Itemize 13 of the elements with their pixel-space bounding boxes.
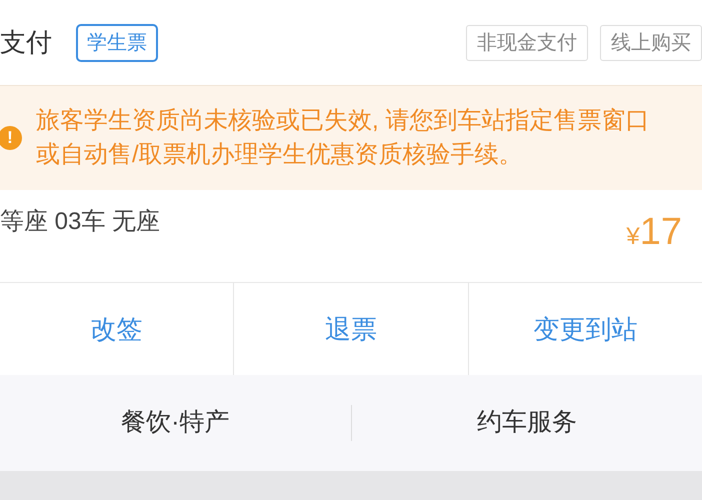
service-link[interactable]: 约车服务: [476, 404, 577, 442]
ticket-price: ¥17: [626, 210, 682, 255]
action-button[interactable]: 退票: [324, 310, 377, 348]
action-button[interactable]: 改签: [90, 310, 143, 348]
service-link[interactable]: 餐饮·特产: [121, 404, 230, 442]
action-button[interactable]: 变更到站: [533, 310, 638, 348]
payment-label: 支付: [0, 26, 52, 59]
warning-message: 旅客学生资质尚未核验或已失效, 请您到车站指定售票窗口或自动售/取票机办理学生优惠资质核验手续。: [36, 106, 650, 170]
student-ticket-tag: 学生票: [76, 24, 158, 62]
warning-icon: !: [0, 126, 22, 150]
info-tag: 非现金支付: [466, 24, 588, 60]
seat-info: 等座 03车 无座: [0, 207, 160, 237]
info-tag: 线上购买: [600, 24, 702, 60]
